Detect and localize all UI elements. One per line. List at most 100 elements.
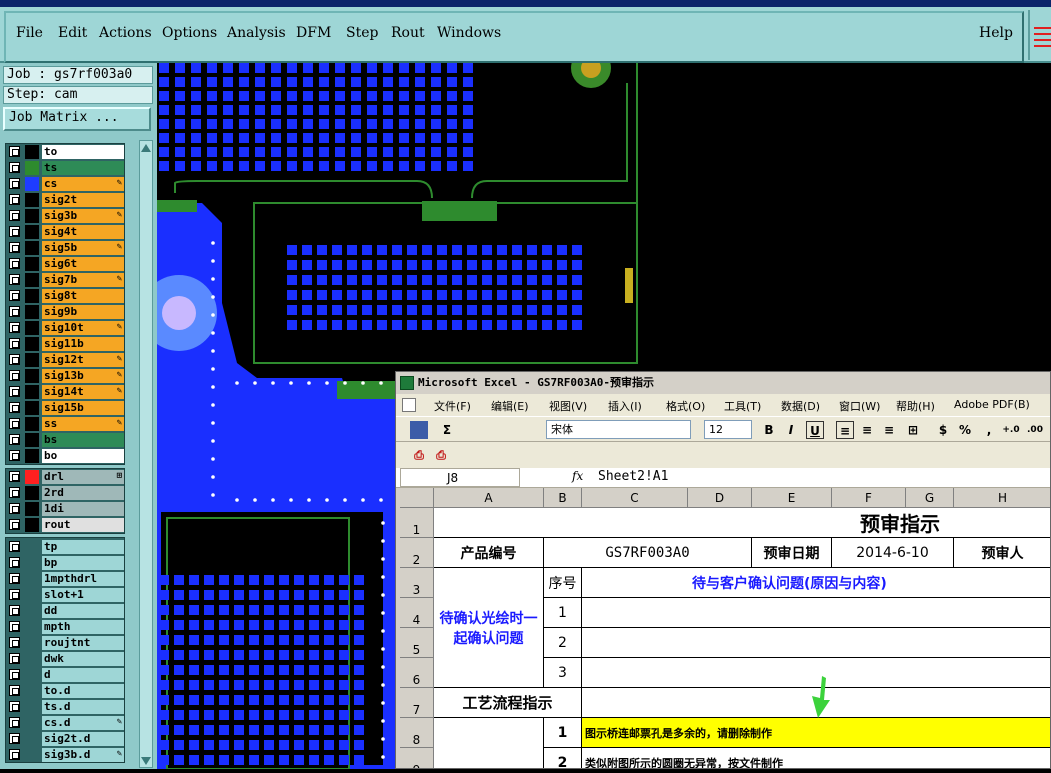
- layer-checkbox[interactable]: [9, 210, 20, 221]
- layer-row-tp[interactable]: tp: [6, 539, 126, 555]
- layer-scrollbar[interactable]: [139, 140, 153, 768]
- layer-row-sig3b[interactable]: sig3b ✎: [6, 208, 126, 224]
- layer-row-mpth[interactable]: mpth: [6, 619, 126, 635]
- layer-row-to-d[interactable]: to.d: [6, 683, 126, 699]
- menu-help[interactable]: Help: [979, 25, 1013, 41]
- layer-checkbox[interactable]: [9, 450, 20, 461]
- layer-name[interactable]: tp: [42, 540, 124, 554]
- layer-row-sig8t[interactable]: sig8t: [6, 288, 126, 304]
- col-header[interactable]: B: [544, 488, 582, 508]
- seq-cell[interactable]: 2: [544, 628, 582, 658]
- layer-row-sig5b[interactable]: sig5b ✎: [6, 240, 126, 256]
- excel-menu-edit[interactable]: 编辑(E): [491, 398, 529, 414]
- layer-name[interactable]: sig3b ✎: [42, 209, 124, 223]
- excel-menu-data[interactable]: 数据(D): [781, 398, 820, 414]
- issue-header-cell[interactable]: 待与客户确认问题(原因与内容): [582, 568, 1050, 598]
- layer-row-sig2t[interactable]: sig2t: [6, 192, 126, 208]
- layer-row-bp[interactable]: bp: [6, 555, 126, 571]
- excel-menu-format[interactable]: 格式(O): [666, 398, 705, 414]
- menu-edit[interactable]: Edit: [58, 25, 87, 41]
- excel-menu-file[interactable]: 文件(F): [434, 398, 471, 414]
- excel-menu-view[interactable]: 视图(V): [549, 398, 587, 414]
- percent-icon[interactable]: %: [956, 421, 974, 439]
- col-header[interactable]: C: [582, 488, 688, 508]
- col-header[interactable]: D: [688, 488, 752, 508]
- row-header[interactable]: 3: [400, 568, 434, 598]
- layer-row-bs[interactable]: bs: [6, 432, 126, 448]
- layer-row-sig14t[interactable]: sig14t ✎: [6, 384, 126, 400]
- layer-name[interactable]: to.d: [42, 684, 124, 698]
- increase-decimal-icon[interactable]: +.0: [1002, 421, 1020, 439]
- excel-menu-help[interactable]: 帮助(H): [896, 398, 935, 414]
- layer-checkbox[interactable]: [9, 226, 20, 237]
- layer-name[interactable]: cs.d ✎: [42, 716, 124, 730]
- layer-row-sig4t[interactable]: sig4t: [6, 224, 126, 240]
- date-label-cell[interactable]: 预审日期: [752, 538, 832, 568]
- menu-analysis[interactable]: Analysis: [227, 25, 286, 41]
- layer-checkbox[interactable]: [9, 434, 20, 445]
- row-header[interactable]: 4: [400, 598, 434, 628]
- layer-name[interactable]: sig6t: [42, 257, 124, 271]
- layer-name[interactable]: sig2t.d: [42, 732, 124, 746]
- layer-row-2rd[interactable]: 2rd: [6, 485, 126, 501]
- layer-row-cs[interactable]: cs ✎: [6, 176, 126, 192]
- job-matrix-button[interactable]: Job Matrix ...: [3, 107, 151, 131]
- layer-checkbox[interactable]: [9, 194, 20, 205]
- save-icon[interactable]: [410, 421, 428, 439]
- issue-cell[interactable]: [582, 628, 1050, 658]
- bold-icon[interactable]: B: [760, 421, 778, 439]
- layer-row-dwk[interactable]: dwk: [6, 651, 126, 667]
- excel-menu-adobe-pdf[interactable]: Adobe PDF(B): [954, 398, 1030, 411]
- layer-checkbox[interactable]: [9, 653, 20, 664]
- underline-icon[interactable]: U: [806, 421, 824, 439]
- layer-row-cs-d[interactable]: cs.d ✎: [6, 715, 126, 731]
- issue-cell[interactable]: [582, 598, 1050, 628]
- row-header[interactable]: 7: [400, 688, 434, 718]
- menu-windows[interactable]: Windows: [437, 25, 501, 41]
- layer-name[interactable]: ts.d: [42, 700, 124, 714]
- layer-name[interactable]: drl ⊞: [42, 470, 124, 484]
- layer-row-sig6t[interactable]: sig6t: [6, 256, 126, 272]
- process-seq-cell[interactable]: 1: [544, 718, 582, 748]
- layer-name[interactable]: sig4t: [42, 225, 124, 239]
- layer-checkbox[interactable]: [9, 637, 20, 648]
- layer-row-ts-d[interactable]: ts.d: [6, 699, 126, 715]
- layer-row-rout[interactable]: rout: [6, 517, 126, 533]
- layer-row-ss[interactable]: ss ✎: [6, 416, 126, 432]
- layer-name[interactable]: to: [42, 145, 124, 159]
- product-label-cell[interactable]: 产品编号: [434, 538, 544, 568]
- align-right-icon[interactable]: ≡: [880, 421, 898, 439]
- layer-row-sig7b[interactable]: sig7b ✎: [6, 272, 126, 288]
- layer-row-1mpthdrl[interactable]: 1mpthdrl: [6, 571, 126, 587]
- layer-row-to[interactable]: to: [6, 144, 126, 160]
- layer-checkbox[interactable]: [9, 338, 20, 349]
- layer-row-sig3b-d[interactable]: sig3b.d ✎: [6, 747, 126, 763]
- layer-row-ts[interactable]: ts: [6, 160, 126, 176]
- seq-header-cell[interactable]: 序号: [544, 568, 582, 598]
- layer-name[interactable]: mpth: [42, 620, 124, 634]
- reviewer-label-cell[interactable]: 预审人: [954, 538, 1050, 568]
- excel-menu-insert[interactable]: 插入(I): [608, 398, 642, 414]
- layer-name[interactable]: ss ✎: [42, 417, 124, 431]
- layer-name[interactable]: 2rd: [42, 486, 124, 500]
- layer-row-roujtnt[interactable]: roujtnt: [6, 635, 126, 651]
- layer-name[interactable]: dd: [42, 604, 124, 618]
- font-name-select[interactable]: 宋体: [546, 420, 691, 439]
- layer-row-sig15b[interactable]: sig15b: [6, 400, 126, 416]
- layer-checkbox[interactable]: [9, 290, 20, 301]
- excel-titlebar[interactable]: Microsoft Excel - GS7RF003A0-预审指示: [396, 372, 1050, 394]
- col-header[interactable]: H: [954, 488, 1050, 508]
- layer-row-d[interactable]: d: [6, 667, 126, 683]
- row-header[interactable]: 2: [400, 538, 434, 568]
- layer-name[interactable]: bo: [42, 449, 124, 463]
- layer-checkbox[interactable]: [9, 274, 20, 285]
- layer-name[interactable]: roujtnt: [42, 636, 124, 650]
- layer-checkbox[interactable]: [9, 701, 20, 712]
- merge-center-icon[interactable]: ⊞: [904, 421, 922, 439]
- layer-row-bo[interactable]: bo: [6, 448, 126, 464]
- layer-checkbox[interactable]: [9, 669, 20, 680]
- pdf-mail-icon[interactable]: ⎙: [432, 446, 450, 464]
- menu-options[interactable]: Options: [162, 25, 217, 41]
- layer-name[interactable]: cs ✎: [42, 177, 124, 191]
- date-value-cell[interactable]: 2014-6-10: [832, 538, 954, 568]
